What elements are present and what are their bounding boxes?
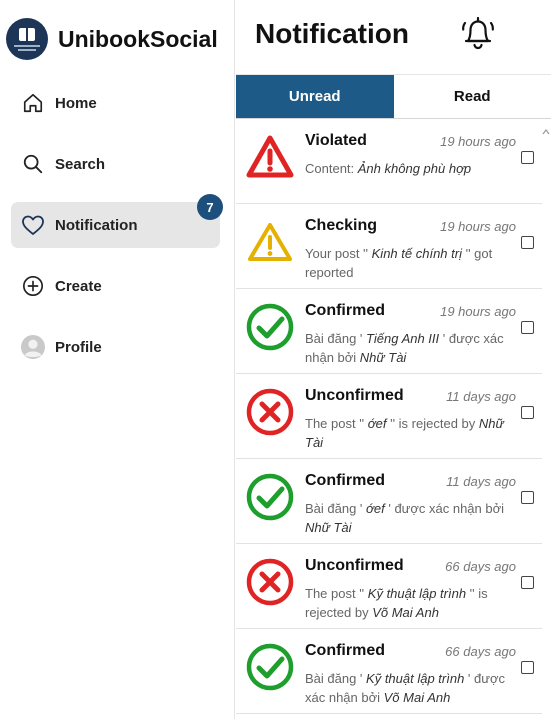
notification-count-badge: 7 [197,194,223,220]
notification-message: Content: Ảnh không phù hợp [305,161,472,176]
check-circle-icon [246,303,294,351]
notification-status: Unconfirmed [305,557,404,574]
notification-status: Confirmed [305,472,385,489]
notification-tabs: Unread Read [236,74,551,119]
scroll-up-icon[interactable] [542,123,550,135]
notification-time: 19 hours ago [440,219,516,234]
mark-read-checkbox[interactable] [521,576,534,589]
notification-message: The post '' ớef '' is rejected by Nhữ Tà… [305,416,504,450]
notification-time: 19 hours ago [440,134,516,149]
avatar-icon [21,335,45,359]
mark-read-checkbox[interactable] [521,321,534,334]
search-icon [21,152,45,176]
mark-read-checkbox[interactable] [521,661,534,674]
notification-time: 66 days ago [445,559,516,574]
notification-item[interactable]: Confirmed 11 days ago Bài đăng ' ớef ' đượ… [236,459,542,544]
bell-icon[interactable] [460,14,496,54]
tab-unread[interactable]: Unread [236,75,394,118]
sidebar-item-label: Home [55,94,97,112]
notification-item[interactable]: Confirmed 66 days ago Bài đăng ' Kỹ thuật … [236,629,542,714]
sidebar-item-notification[interactable]: Notification 7 [11,194,223,248]
notification-item[interactable]: Unconfirmed 11 days ago The post '' ớef ''… [236,374,542,459]
sidebar-item-profile[interactable]: Profile [11,324,220,370]
warning-yellow-icon [246,218,294,266]
sidebar-item-search[interactable]: Search [11,141,220,187]
app-logo [6,18,48,60]
x-circle-icon [246,558,294,606]
sidebar-item-label: Create [55,277,102,295]
notification-message: Bài đăng ' Tiếng Anh III ' được xác nhận… [305,331,504,365]
warning-red-icon [246,133,294,181]
mark-read-checkbox[interactable] [521,491,534,504]
page-title: Notification [255,18,409,49]
notification-time: 66 days ago [445,644,516,659]
sidebar-item-home[interactable]: Home [11,80,220,126]
mark-read-checkbox[interactable] [521,406,534,419]
notification-status: Confirmed [305,302,385,319]
sidebar-item-label: Notification [55,216,138,234]
plus-circle-icon [21,274,45,298]
notification-message: Bài đăng ' ớef ' được xác nhận bởi Nhữ T… [305,501,505,535]
notification-panel: Notification Unread Read Violated 19 hour… [235,0,552,719]
x-circle-icon [246,388,294,436]
notification-status: Checking [305,217,378,234]
notification-message: Bài đăng ' Kỹ thuật lập trình ' được xác… [305,671,505,705]
notification-time: 11 days ago [446,389,516,404]
home-icon [21,91,45,115]
notification-time: 11 days ago [446,474,516,489]
sidebar-item-label: Profile [55,338,102,356]
notification-item[interactable]: Checking 19 hours ago Your post '' Kinh tế… [236,204,542,289]
notification-status: Unconfirmed [305,387,404,404]
sidebar-item-label: Search [55,155,106,173]
notification-status: Violated [305,132,367,149]
app-name: UnibookSocial [58,25,218,52]
notification-list[interactable]: Violated 19 hours ago Content: Ảnh không p… [236,119,552,719]
notification-message: The post '' Kỹ thuật lập trình '' is rej… [305,586,488,620]
notification-message: Your post '' Kinh tế chính trị '' got re… [305,246,493,280]
check-circle-icon [246,473,294,521]
sidebar: UnibookSocial Home Search Notification 7… [0,0,235,719]
tab-read[interactable]: Read [393,75,551,118]
notification-item[interactable]: Unconfirmed 66 days ago The post '' Kỹ thu… [236,544,542,629]
mark-read-checkbox[interactable] [521,236,534,249]
mark-read-checkbox[interactable] [521,151,534,164]
notification-item[interactable]: Confirmed 19 hours ago Bài đăng ' Tiếng An… [236,289,542,374]
notification-status: Confirmed [305,642,385,659]
heart-icon [21,213,45,237]
check-circle-icon [246,643,294,691]
sidebar-item-create[interactable]: Create [11,263,220,309]
brand[interactable]: UnibookSocial [6,18,218,60]
notification-item[interactable]: Violated 19 hours ago Content: Ảnh không p… [236,119,542,204]
notification-time: 19 hours ago [440,304,516,319]
